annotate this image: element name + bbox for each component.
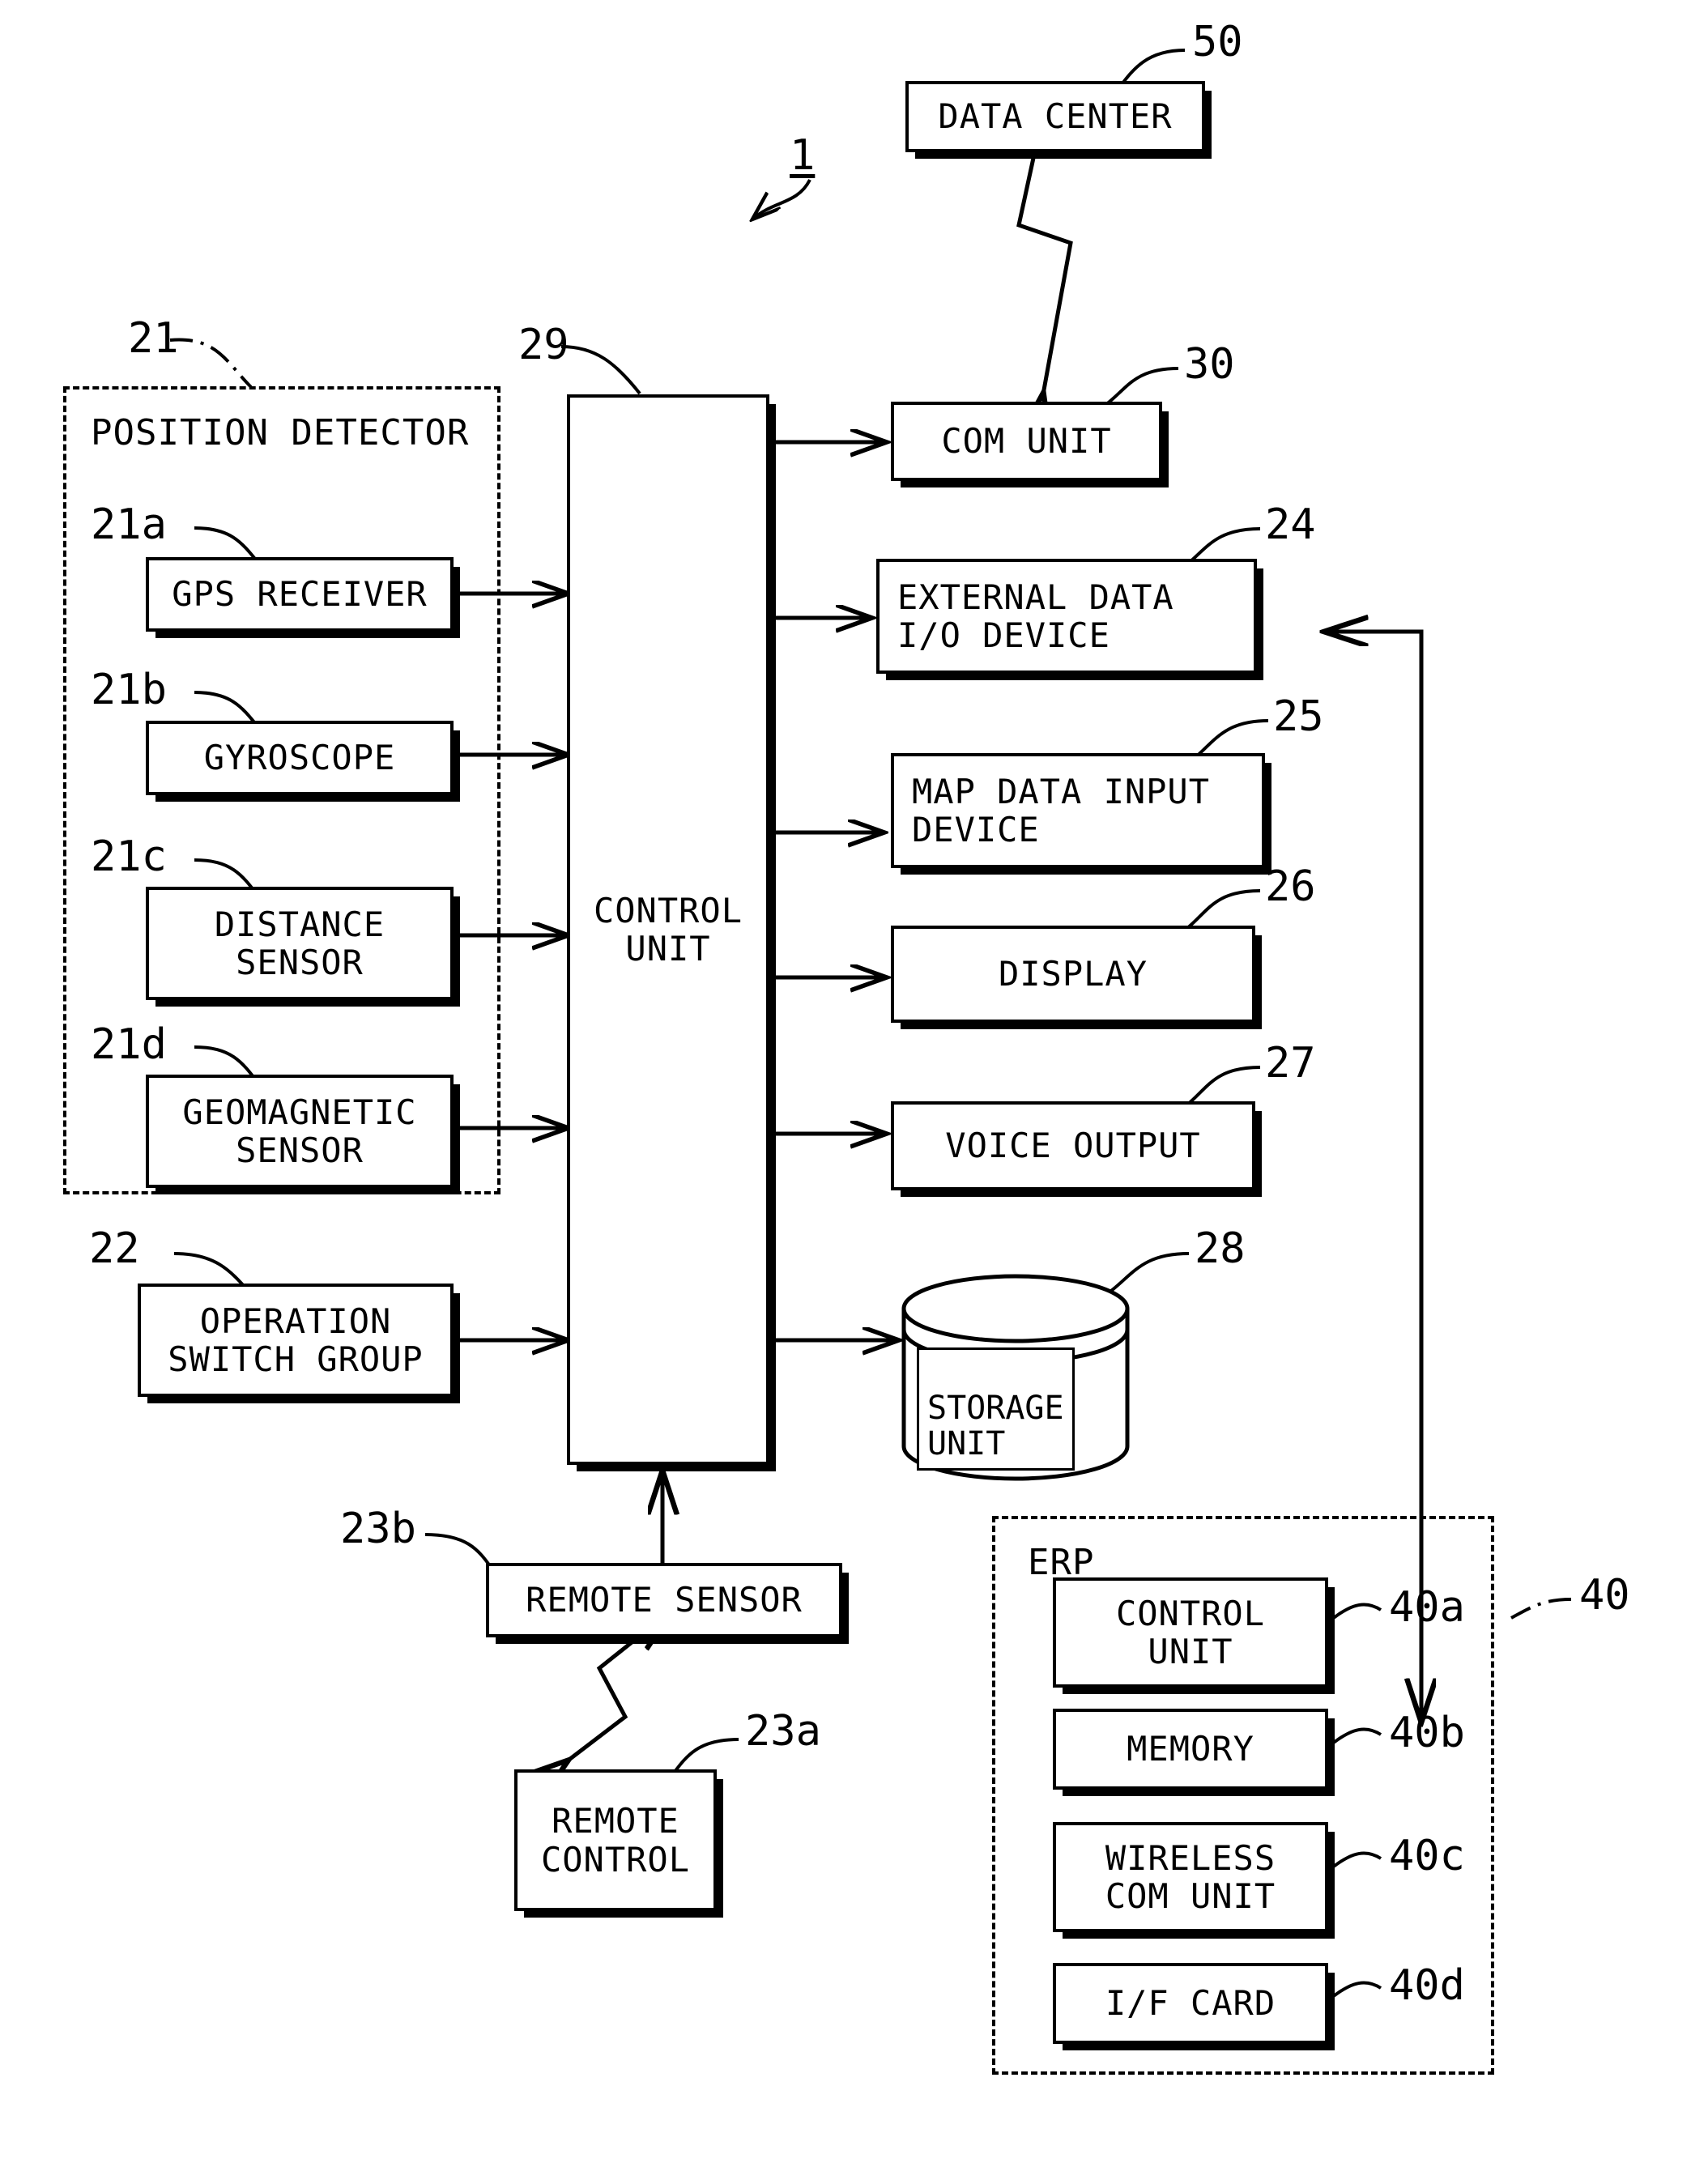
ref-1: 1	[790, 131, 816, 180]
ref-24: 24	[1265, 500, 1316, 549]
geomagnetic-sensor-block[interactable]: GEOMAGNETIC SENSOR	[146, 1075, 454, 1188]
data-center-block[interactable]: DATA CENTER	[905, 81, 1205, 152]
ref-26: 26	[1265, 862, 1316, 911]
distance-sensor-label: DISTANCE SENSOR	[214, 904, 385, 982]
ref-27: 27	[1265, 1039, 1316, 1088]
com-unit-block[interactable]: COM UNIT	[891, 402, 1162, 481]
remote-sensor-label: REMOTE SENSOR	[526, 1580, 803, 1620]
operation-switch-group-label: OPERATION SWITCH GROUP	[168, 1301, 424, 1379]
remote-control-block[interactable]: REMOTE CONTROL	[514, 1769, 717, 1911]
erp-control-unit-label: CONTROL UNIT	[1115, 1593, 1265, 1671]
external-data-io-label: EXTERNAL DATA I/O DEVICE	[897, 577, 1174, 655]
map-data-input-label: MAP DATA INPUT DEVICE	[912, 771, 1211, 849]
ref-21d: 21d	[91, 1020, 167, 1069]
ref-50: 50	[1192, 18, 1243, 66]
voice-output-label: VOICE OUTPUT	[945, 1126, 1201, 1166]
ref-40d: 40d	[1389, 1961, 1465, 2010]
operation-switch-group-block[interactable]: OPERATION SWITCH GROUP	[138, 1284, 454, 1397]
remote-sensor-block[interactable]: REMOTE SENSOR	[486, 1563, 842, 1637]
ref-28: 28	[1195, 1224, 1246, 1273]
gps-receiver-block[interactable]: GPS RECEIVER	[146, 557, 454, 632]
ref-23a: 23a	[745, 1707, 821, 1756]
remote-control-label: REMOTE CONTROL	[540, 1801, 690, 1880]
gyroscope-block[interactable]: GYROSCOPE	[146, 721, 454, 795]
ref-21: 21	[128, 314, 179, 363]
distance-sensor-block[interactable]: DISTANCE SENSOR	[146, 887, 454, 1000]
ref-25: 25	[1273, 692, 1324, 741]
control-unit-block[interactable]: CONTROL UNIT	[567, 394, 769, 1465]
erp-if-card-label: I/F CARD	[1105, 1983, 1276, 2024]
ref-30: 30	[1184, 340, 1235, 389]
erp-memory-label: MEMORY	[1127, 1729, 1254, 1769]
figure-canvas: POSITION DETECTOR ERP DATA CENTER COM UN…	[0, 0, 1691, 2184]
map-data-input-block[interactable]: MAP DATA INPUT DEVICE	[891, 753, 1265, 868]
storage-unit-label: STORAGE UNIT	[927, 1390, 1064, 1462]
erp-memory-block[interactable]: MEMORY	[1053, 1709, 1328, 1790]
ref-40c: 40c	[1389, 1832, 1465, 1880]
voice-output-block[interactable]: VOICE OUTPUT	[891, 1101, 1255, 1190]
ref-40: 40	[1579, 1571, 1630, 1620]
erp-control-unit-block[interactable]: CONTROL UNIT	[1053, 1577, 1328, 1688]
erp-wireless-com-unit-label: WIRELESS COM UNIT	[1105, 1837, 1276, 1916]
ref-40b: 40b	[1389, 1709, 1465, 1757]
ref-29: 29	[518, 321, 569, 369]
ref-22: 22	[89, 1224, 140, 1273]
ref-21c: 21c	[91, 832, 167, 881]
storage-unit-label-box: STORAGE UNIT	[917, 1347, 1075, 1471]
com-unit-label: COM UNIT	[941, 421, 1112, 462]
control-unit-label: CONTROL UNIT	[593, 890, 743, 969]
erp-if-card-block[interactable]: I/F CARD	[1053, 1963, 1328, 2044]
position-detector-title: POSITION DETECTOR	[91, 412, 470, 453]
gyroscope-label: GYROSCOPE	[203, 738, 396, 778]
display-block[interactable]: DISPLAY	[891, 926, 1255, 1023]
display-label: DISPLAY	[998, 954, 1148, 994]
data-center-label: DATA CENTER	[938, 96, 1173, 137]
storage-unit-block[interactable]: STORAGE UNIT	[899, 1273, 1132, 1484]
erp-wireless-com-unit-block[interactable]: WIRELESS COM UNIT	[1053, 1822, 1328, 1932]
geomagnetic-sensor-label: GEOMAGNETIC SENSOR	[182, 1092, 417, 1170]
ref-21b: 21b	[91, 666, 167, 714]
ref-23b: 23b	[340, 1505, 416, 1553]
gps-receiver-label: GPS RECEIVER	[172, 574, 428, 615]
ref-40a: 40a	[1389, 1583, 1465, 1632]
ref-21a: 21a	[91, 500, 167, 549]
external-data-io-block[interactable]: EXTERNAL DATA I/O DEVICE	[876, 559, 1257, 674]
